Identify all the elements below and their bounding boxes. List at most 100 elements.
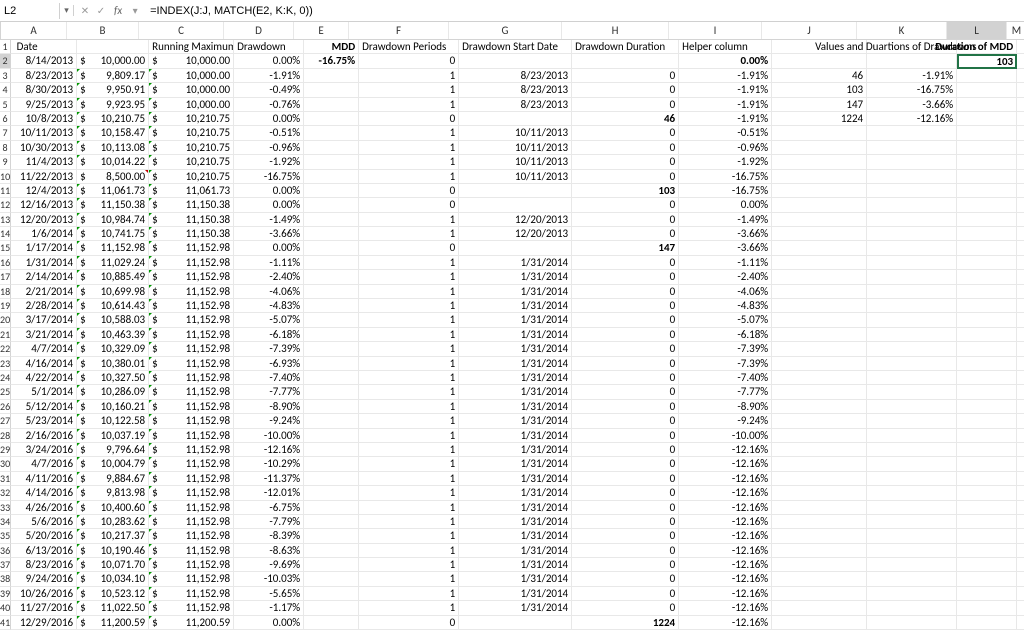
cell-H28[interactable]: 0: [572, 429, 679, 443]
cell-J10[interactable]: [772, 170, 867, 184]
cell-M28[interactable]: [1017, 429, 1024, 443]
cell-K5[interactable]: -3.66%: [867, 98, 957, 112]
cell-H33[interactable]: 0: [572, 501, 679, 515]
cell-L17[interactable]: [957, 270, 1017, 284]
cell-E29[interactable]: [304, 443, 359, 457]
cell-A21[interactable]: 3/21/2014: [11, 328, 77, 342]
row-header-36[interactable]: 36: [0, 544, 11, 558]
cell-F40[interactable]: 1: [359, 601, 459, 615]
cell-L12[interactable]: [957, 198, 1017, 212]
cell-A24[interactable]: 4/22/2014: [11, 371, 77, 385]
cell-I25[interactable]: -7.77%: [679, 385, 772, 399]
cell-G10[interactable]: 10/11/2013: [459, 170, 572, 184]
cell-B37[interactable]: $10,071.70: [77, 558, 149, 572]
cell-D25[interactable]: -7.77%: [234, 385, 304, 399]
cell-G32[interactable]: 1/31/2014: [459, 486, 572, 500]
cell-F13[interactable]: 1: [359, 213, 459, 227]
cell-F2[interactable]: 0: [359, 54, 459, 68]
cell-H1[interactable]: Drawdown Duration: [572, 40, 679, 54]
cell-A17[interactable]: 2/14/2014: [11, 270, 77, 284]
row-header-13[interactable]: 13: [0, 213, 11, 227]
cell-B15[interactable]: $11,152.98: [77, 241, 149, 255]
cell-D31[interactable]: -11.37%: [234, 472, 304, 486]
cell-C18[interactable]: $11,152.98: [149, 285, 234, 299]
cell-A8[interactable]: 10/30/2013: [11, 141, 77, 155]
cell-G11[interactable]: [459, 184, 572, 198]
cell-I12[interactable]: 0.00%: [679, 198, 772, 212]
cell-H18[interactable]: 0: [572, 285, 679, 299]
cell-E1[interactable]: MDD: [304, 40, 359, 54]
name-box[interactable]: [0, 3, 60, 19]
cell-L19[interactable]: [957, 299, 1017, 313]
cell-M41[interactable]: [1017, 616, 1024, 630]
cell-A25[interactable]: 5/1/2014: [11, 385, 77, 399]
cell-I21[interactable]: -6.18%: [679, 328, 772, 342]
cell-L7[interactable]: [957, 126, 1017, 140]
cell-G29[interactable]: 1/31/2014: [459, 443, 572, 457]
cell-J27[interactable]: [772, 414, 867, 428]
cell-B30[interactable]: $10,004.79: [77, 457, 149, 471]
cell-L27[interactable]: [957, 414, 1017, 428]
cell-H13[interactable]: 0: [572, 213, 679, 227]
cell-G38[interactable]: 1/31/2014: [459, 572, 572, 586]
cell-M32[interactable]: [1017, 486, 1024, 500]
cell-A1[interactable]: Date: [11, 40, 77, 54]
cell-J15[interactable]: [772, 241, 867, 255]
cell-A19[interactable]: 2/28/2014: [11, 299, 77, 313]
cell-L15[interactable]: [957, 241, 1017, 255]
cell-J26[interactable]: [772, 400, 867, 414]
cell-A22[interactable]: 4/7/2014: [11, 342, 77, 356]
cell-B7[interactable]: $10,158.47: [77, 126, 149, 140]
cell-E25[interactable]: [304, 385, 359, 399]
cell-D41[interactable]: 0.00%: [234, 616, 304, 630]
cell-C34[interactable]: $11,152.98: [149, 515, 234, 529]
cell-M40[interactable]: [1017, 601, 1024, 615]
cell-J18[interactable]: [772, 285, 867, 299]
cell-H32[interactable]: 0: [572, 486, 679, 500]
cell-E37[interactable]: [304, 558, 359, 572]
cell-A23[interactable]: 4/16/2014: [11, 357, 77, 371]
cell-K34[interactable]: [867, 515, 957, 529]
cell-I5[interactable]: -1.91%: [679, 98, 772, 112]
cell-B35[interactable]: $10,217.37: [77, 529, 149, 543]
cell-E28[interactable]: [304, 429, 359, 443]
cell-M36[interactable]: [1017, 544, 1024, 558]
cell-J14[interactable]: [772, 227, 867, 241]
cell-K35[interactable]: [867, 529, 957, 543]
cell-M18[interactable]: [1017, 285, 1024, 299]
cell-D3[interactable]: -1.91%: [234, 69, 304, 83]
cell-D4[interactable]: -0.49%: [234, 83, 304, 97]
cell-B11[interactable]: $11,061.73: [77, 184, 149, 198]
cell-L28[interactable]: [957, 429, 1017, 443]
cell-G31[interactable]: 1/31/2014: [459, 472, 572, 486]
cell-K36[interactable]: [867, 544, 957, 558]
cell-J35[interactable]: [772, 529, 867, 543]
cell-J37[interactable]: [772, 558, 867, 572]
cell-J1[interactable]: Values and Duartions of Drawdowns: [772, 40, 867, 54]
cell-G20[interactable]: 1/31/2014: [459, 313, 572, 327]
row-header-18[interactable]: 18: [0, 285, 11, 299]
cell-C15[interactable]: $11,152.98: [149, 241, 234, 255]
cell-F21[interactable]: 1: [359, 328, 459, 342]
cell-I15[interactable]: -3.66%: [679, 241, 772, 255]
cell-B5[interactable]: $9,923.95: [77, 98, 149, 112]
cell-I35[interactable]: -12.16%: [679, 529, 772, 543]
cell-I19[interactable]: -4.83%: [679, 299, 772, 313]
cell-I3[interactable]: -1.91%: [679, 69, 772, 83]
cell-G3[interactable]: 8/23/2013: [459, 69, 572, 83]
cell-L39[interactable]: [957, 587, 1017, 601]
cell-L33[interactable]: [957, 501, 1017, 515]
cell-B13[interactable]: $10,984.74: [77, 213, 149, 227]
cell-A36[interactable]: 6/13/2016: [11, 544, 77, 558]
row-header-41[interactable]: 41: [0, 616, 11, 630]
cell-A6[interactable]: 10/8/2013: [11, 112, 77, 126]
cell-F4[interactable]: 1: [359, 83, 459, 97]
cell-D12[interactable]: 0.00%: [234, 198, 304, 212]
cell-M22[interactable]: [1017, 342, 1024, 356]
row-header-31[interactable]: 31: [0, 472, 11, 486]
formula-input[interactable]: [146, 3, 1024, 19]
cell-K40[interactable]: [867, 601, 957, 615]
row-header-16[interactable]: 16: [0, 256, 11, 270]
cell-L6[interactable]: [957, 112, 1017, 126]
cell-J36[interactable]: [772, 544, 867, 558]
